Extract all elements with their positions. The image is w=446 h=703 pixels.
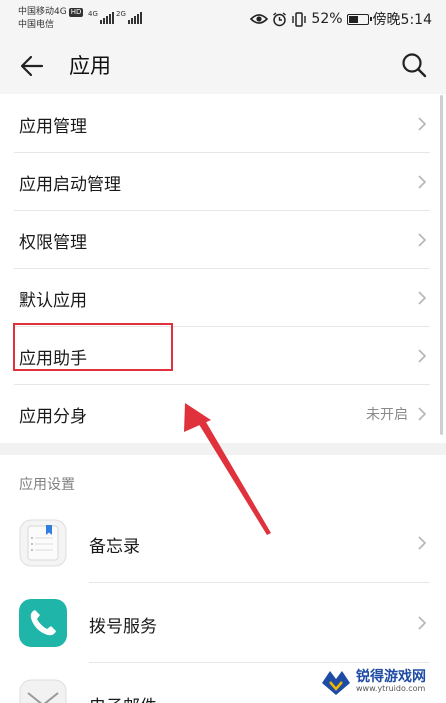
hd-badge: HD xyxy=(68,8,84,17)
section-separator xyxy=(0,443,446,455)
chevron-right-icon xyxy=(418,616,426,630)
vibrate-icon xyxy=(292,11,307,27)
memo-icon xyxy=(19,519,67,567)
eye-comfort-icon xyxy=(250,14,269,24)
watermark-title: 锐得游戏网 xyxy=(356,669,426,685)
app-twin-status: 未开启 xyxy=(366,407,408,423)
chevron-right-icon xyxy=(418,175,426,189)
watermark: 锐得游戏网 www.ytruido.com xyxy=(320,667,426,699)
menu-item-label: 应用启动管理 xyxy=(19,174,121,195)
chevron-right-icon xyxy=(418,536,426,550)
chevron-right-icon xyxy=(418,233,426,247)
chevron-right-icon xyxy=(418,407,426,421)
app-label: 电子邮件 xyxy=(89,692,157,703)
menu-item-permission-management[interactable]: 权限管理 xyxy=(0,211,446,269)
battery-icon xyxy=(346,13,372,25)
watermark-logo-icon xyxy=(322,671,350,695)
alarm-icon xyxy=(273,11,287,26)
signal-2-icon: 2G xyxy=(116,10,142,24)
watermark-url: www.ytruido.com xyxy=(356,684,426,693)
carrier-2: 中国电信 xyxy=(18,20,55,30)
battery-percent: 52% xyxy=(311,11,343,27)
chevron-right-icon xyxy=(418,291,426,305)
app-item-memo[interactable]: 备忘录 xyxy=(0,503,446,583)
highlight-box xyxy=(13,323,173,371)
section-title-app-settings: 应用设置 xyxy=(19,477,75,493)
menu-item-label: 应用管理 xyxy=(19,116,87,137)
phone-icon xyxy=(19,599,67,647)
status-bar: 中国移动4G HD 中国电信 4G 2G 52% 傍晚5:14 xyxy=(0,0,446,38)
menu-item-app-management[interactable]: 应用管理 xyxy=(0,95,446,153)
app-header: 应用 xyxy=(0,38,446,94)
chevron-right-icon xyxy=(418,349,426,363)
signal-1-label: 4G xyxy=(88,10,98,18)
menu-item-label: 默认应用 xyxy=(19,290,87,311)
page-title: 应用 xyxy=(69,54,111,78)
email-icon xyxy=(19,679,67,703)
search-icon[interactable] xyxy=(400,51,428,79)
carrier-info: 中国移动4G HD 中国电信 xyxy=(18,6,84,32)
signal-1-icon: 4G xyxy=(88,10,114,24)
app-menu-list: 应用管理 应用启动管理 权限管理 默认应用 应用助手 应用分身 未开启 xyxy=(0,95,446,443)
menu-item-app-startup-management[interactable]: 应用启动管理 xyxy=(0,153,446,211)
app-item-dialer[interactable]: 拨号服务 xyxy=(0,583,446,663)
carrier-1: 中国移动4G xyxy=(18,7,67,17)
menu-item-label: 权限管理 xyxy=(19,232,87,253)
clock: 傍晚5:14 xyxy=(372,12,432,28)
app-label: 拨号服务 xyxy=(89,617,157,637)
chevron-right-icon xyxy=(418,117,426,131)
signal-2-label: 2G xyxy=(116,10,126,18)
menu-item-app-twin[interactable]: 应用分身 未开启 xyxy=(0,385,446,443)
status-right: 52% 傍晚5:14 xyxy=(250,9,432,29)
menu-item-default-apps[interactable]: 默认应用 xyxy=(0,269,446,327)
menu-item-label: 应用分身 xyxy=(19,406,87,427)
battery-level xyxy=(348,15,358,23)
app-label: 备忘录 xyxy=(89,537,140,557)
back-arrow-icon[interactable] xyxy=(18,52,46,80)
